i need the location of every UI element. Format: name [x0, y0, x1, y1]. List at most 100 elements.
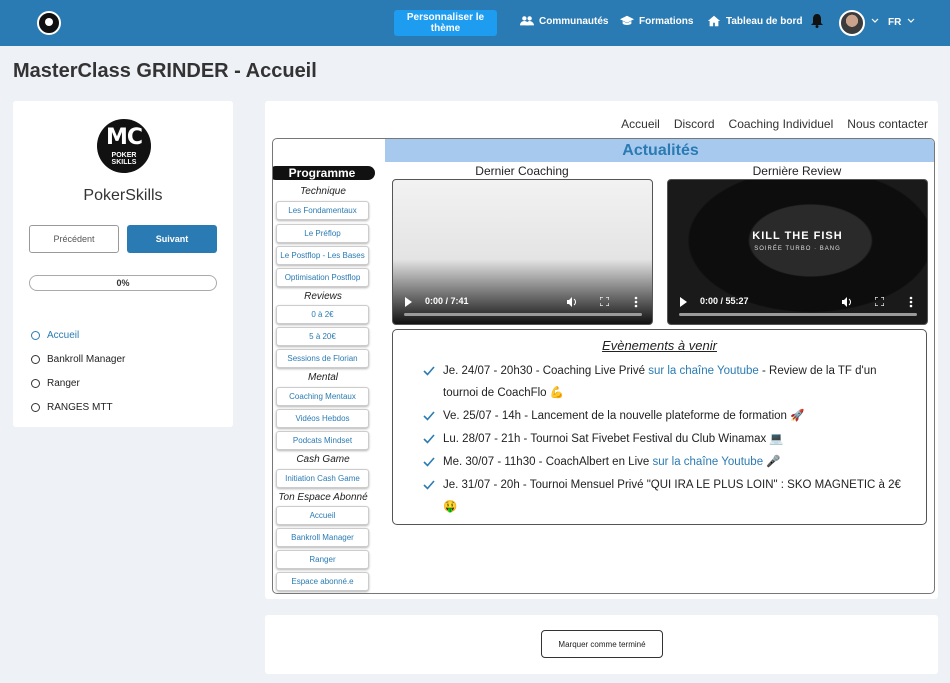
youtube-link[interactable]: sur la chaîne Youtube: [652, 456, 763, 468]
events-title: Evènements à venir: [602, 338, 717, 353]
program-button[interactable]: Accueil: [276, 506, 369, 525]
volume-icon[interactable]: [567, 297, 577, 307]
lesson-item[interactable]: Accueil: [31, 323, 125, 347]
link-coaching-individuel[interactable]: Coaching Individuel: [729, 117, 834, 131]
check-icon: [423, 366, 435, 376]
event-list: Je. 24/07 - 20h30 - Coaching Live Privé …: [423, 360, 913, 519]
nav-dashboard-label: Tableau de bord: [726, 15, 803, 27]
program-button[interactable]: 5 à 20€: [276, 327, 369, 346]
circle-icon: [31, 354, 40, 364]
youtube-link[interactable]: sur la chaîne Youtube: [648, 365, 759, 377]
home-icon: [707, 15, 721, 27]
lesson-item[interactable]: Ranger: [31, 371, 125, 395]
program-title: Programme: [273, 166, 375, 180]
completion-bar: Marquer comme terminé: [265, 615, 938, 674]
program-button[interactable]: Sessions de Florian: [276, 349, 369, 368]
program-button[interactable]: 0 à 2€: [276, 305, 369, 324]
seek-bar[interactable]: [679, 313, 917, 316]
page-title: MasterClass GRINDER - Accueil: [13, 60, 317, 82]
seek-bar[interactable]: [404, 313, 642, 316]
group-title: Technique: [300, 186, 346, 197]
link-contact[interactable]: Nous contacter: [847, 117, 928, 131]
check-icon: [423, 434, 435, 444]
site-logo[interactable]: [37, 11, 61, 35]
program-button[interactable]: Le Préflop: [276, 224, 369, 243]
program-button[interactable]: Coaching Mentaux: [276, 387, 369, 406]
fullscreen-icon[interactable]: [600, 297, 609, 306]
program-sidebar: Programme Technique Les Fondamentaux Le …: [273, 139, 383, 593]
nav-dashboard[interactable]: Tableau de bord: [707, 15, 803, 27]
program-button[interactable]: Espace abonné.e: [276, 572, 369, 591]
group-title: Ton Espace Abonné: [278, 492, 368, 503]
program-button[interactable]: Les Fondamentaux: [276, 201, 369, 220]
course-logo: MC POKER SKILLS: [97, 119, 151, 173]
user-avatar[interactable]: [839, 10, 865, 36]
check-icon: [423, 411, 435, 421]
top-navbar: Personnaliser le thème Communautés Forma…: [0, 0, 950, 46]
content-frame: Programme Technique Les Fondamentaux Le …: [272, 138, 935, 594]
program-button[interactable]: Optimisation Postflop: [276, 268, 369, 287]
volume-icon[interactable]: [842, 297, 852, 307]
video-label: Dernier Coaching: [475, 164, 569, 178]
circle-icon: [31, 378, 40, 388]
language-selector[interactable]: FR: [888, 17, 901, 28]
next-button[interactable]: Suivant: [127, 225, 217, 253]
lesson-item[interactable]: RANGES MTT: [31, 395, 125, 419]
event-item: Je. 31/07 - 20h - Tournoi Mensuel Privé …: [423, 474, 913, 518]
program-button[interactable]: Ranger: [276, 550, 369, 569]
nav-formations[interactable]: Formations: [620, 15, 693, 27]
check-icon: [423, 457, 435, 467]
play-icon[interactable]: [680, 297, 687, 307]
news-title: Actualités: [385, 139, 934, 162]
video-overlay-subtitle: SOIRÉE TURBO · BANG: [754, 246, 841, 252]
play-icon[interactable]: [405, 297, 412, 307]
lesson-list: Accueil Bankroll Manager Ranger RANGES M…: [31, 323, 125, 419]
lesson-item[interactable]: Bankroll Manager: [31, 347, 125, 371]
mark-complete-button[interactable]: Marquer comme terminé: [541, 630, 663, 658]
program-button[interactable]: Vidéos Hebdos: [276, 409, 369, 428]
chevron-down-icon[interactable]: [907, 17, 915, 25]
program-button[interactable]: Podcats Mindset: [276, 431, 369, 450]
group-title: Cash Game: [296, 454, 350, 465]
previous-button[interactable]: Précédent: [29, 225, 119, 253]
nav-formations-label: Formations: [639, 15, 694, 27]
event-text: Je. 31/07 - 20h - Tournoi Mensuel Privé …: [443, 479, 901, 513]
event-item: Lu. 28/07 - 21h - Tournoi Sat Fivebet Fe…: [423, 428, 913, 450]
video-label: Dernière Review: [752, 164, 842, 178]
video-time: 0:00 / 55:27: [700, 296, 749, 306]
circle-icon: [31, 330, 40, 340]
group-title: Reviews: [304, 291, 342, 302]
video-controls: 0:00 / 55:27: [668, 290, 927, 324]
event-item: Me. 30/07 - 11h30 - CoachAlbert en Live …: [423, 451, 913, 473]
nav-communities-label: Communautés: [539, 15, 609, 27]
upcoming-events: Evènements à venir Je. 24/07 - 20h30 - C…: [392, 329, 927, 525]
coaching-video-player[interactable]: 0:00 / 7:41: [392, 179, 653, 325]
video-overlay-title: KILL THE FISH: [752, 230, 843, 242]
link-discord[interactable]: Discord: [674, 117, 715, 131]
more-options-icon[interactable]: [909, 296, 913, 308]
graduation-cap-icon: [620, 15, 634, 25]
video-time: 0:00 / 7:41: [425, 296, 469, 306]
event-text: Lu. 28/07 - 21h - Tournoi Sat Fivebet Fe…: [443, 433, 784, 445]
more-options-icon[interactable]: [634, 296, 638, 308]
event-text: Ve. 25/07 - 14h - Lancement de la nouvel…: [443, 410, 805, 422]
program-button[interactable]: Bankroll Manager: [276, 528, 369, 547]
video-controls: 0:00 / 7:41: [393, 290, 652, 324]
users-icon: [520, 16, 534, 26]
program-button[interactable]: Initiation Cash Game: [276, 469, 369, 488]
circle-icon: [31, 402, 40, 412]
event-item: Ve. 25/07 - 14h - Lancement de la nouvel…: [423, 405, 913, 427]
event-text: Me. 30/07 - 11h30 - CoachAlbert en Live …: [443, 456, 781, 468]
program-button[interactable]: Le Postflop - Les Bases: [276, 246, 369, 265]
review-video-player[interactable]: KILL THE FISH SOIRÉE TURBO · BANG 0:00 /…: [667, 179, 928, 325]
main-content: Accueil Discord Coaching Individuel Nous…: [265, 101, 938, 599]
chevron-down-icon[interactable]: [871, 17, 879, 25]
bell-icon[interactable]: [811, 14, 823, 28]
group-title: Mental: [307, 372, 338, 383]
event-item: Je. 24/07 - 20h30 - Coaching Live Privé …: [423, 360, 913, 404]
nav-communities[interactable]: Communautés: [520, 15, 608, 27]
link-accueil[interactable]: Accueil: [621, 117, 660, 131]
progress-bar: 0%: [29, 275, 217, 291]
customize-theme-button[interactable]: Personnaliser le thème: [394, 10, 497, 36]
fullscreen-icon[interactable]: [875, 297, 884, 306]
